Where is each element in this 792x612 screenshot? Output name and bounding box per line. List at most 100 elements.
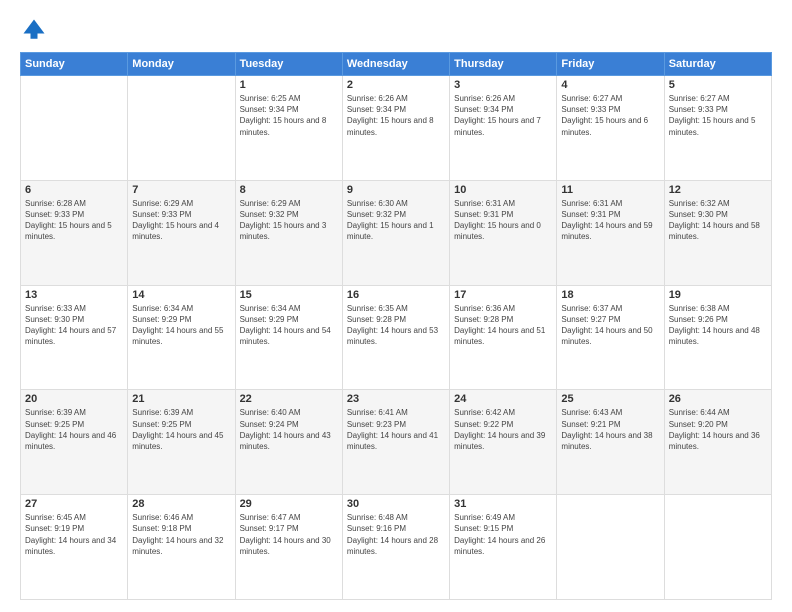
day-info: Sunrise: 6:32 AM Sunset: 9:30 PM Dayligh… xyxy=(669,198,767,243)
calendar-cell: 10Sunrise: 6:31 AM Sunset: 9:31 PM Dayli… xyxy=(450,180,557,285)
calendar-cell xyxy=(557,495,664,600)
day-number: 9 xyxy=(347,184,445,196)
day-info: Sunrise: 6:31 AM Sunset: 9:31 PM Dayligh… xyxy=(454,198,552,243)
calendar-cell: 13Sunrise: 6:33 AM Sunset: 9:30 PM Dayli… xyxy=(21,285,128,390)
calendar-cell: 8 Sunrise: 6:29 AM Sunset: 9:32 PM Daylig… xyxy=(235,180,342,285)
day-info: Sunrise: 6:45 AM Sunset: 9:19 PM Dayligh… xyxy=(25,512,123,557)
day-number: 13 xyxy=(25,289,123,301)
day-number: 24 xyxy=(454,393,552,405)
calendar-cell: 1 Sunrise: 6:25 AM Sunset: 9:34 PM Daylig… xyxy=(235,76,342,181)
calendar-cell: 4 Sunrise: 6:27 AM Sunset: 9:33 PM Daylig… xyxy=(557,76,664,181)
day-number: 23 xyxy=(347,393,445,405)
calendar-cell: 5Sunrise: 6:27 AM Sunset: 9:33 PM Daylig… xyxy=(664,76,771,181)
calendar-cell: 19Sunrise: 6:38 AM Sunset: 9:26 PM Dayli… xyxy=(664,285,771,390)
calendar-week-row: 13Sunrise: 6:33 AM Sunset: 9:30 PM Dayli… xyxy=(21,285,772,390)
day-number: 25 xyxy=(561,393,659,405)
calendar-cell: 3 Sunrise: 6:26 AM Sunset: 9:34 PM Daylig… xyxy=(450,76,557,181)
day-number: 1 xyxy=(240,79,338,91)
day-info: Sunrise: 6:30 AM Sunset: 9:32 PM Dayligh… xyxy=(347,198,445,243)
day-info: Sunrise: 6:35 AM Sunset: 9:28 PM Dayligh… xyxy=(347,303,445,348)
day-number: 7 xyxy=(132,184,230,196)
calendar-cell: 9 Sunrise: 6:30 AM Sunset: 9:32 PM Daylig… xyxy=(342,180,449,285)
day-number: 28 xyxy=(132,498,230,510)
day-number: 2 xyxy=(347,79,445,91)
day-number: 3 xyxy=(454,79,552,91)
day-info: Sunrise: 6:25 AM Sunset: 9:34 PM Dayligh… xyxy=(240,93,338,138)
weekday-header-saturday: Saturday xyxy=(664,53,771,76)
day-number: 11 xyxy=(561,184,659,196)
day-number: 4 xyxy=(561,79,659,91)
calendar-cell: 28 Sunrise: 6:46 AM Sunset: 9:18 PM Dayli… xyxy=(128,495,235,600)
day-info: Sunrise: 6:36 AM Sunset: 9:28 PM Dayligh… xyxy=(454,303,552,348)
day-info: Sunrise: 6:43 AM Sunset: 9:21 PM Dayligh… xyxy=(561,407,659,452)
day-number: 5 xyxy=(669,79,767,91)
calendar-cell: 30 Sunrise: 6:48 AM Sunset: 9:16 PM Dayli… xyxy=(342,495,449,600)
day-number: 21 xyxy=(132,393,230,405)
weekday-header-sunday: Sunday xyxy=(21,53,128,76)
day-number: 27 xyxy=(25,498,123,510)
calendar-week-row: 1 Sunrise: 6:25 AM Sunset: 9:34 PM Daylig… xyxy=(21,76,772,181)
day-info: Sunrise: 6:40 AM Sunset: 9:24 PM Dayligh… xyxy=(240,407,338,452)
day-info: Sunrise: 6:29 AM Sunset: 9:32 PM Dayligh… xyxy=(240,198,338,243)
calendar-table: SundayMondayTuesdayWednesdayThursdayFrid… xyxy=(20,52,772,600)
day-info: Sunrise: 6:31 AM Sunset: 9:31 PM Dayligh… xyxy=(561,198,659,243)
calendar-cell: 17 Sunrise: 6:36 AM Sunset: 9:28 PM Dayli… xyxy=(450,285,557,390)
calendar-cell: 27 Sunrise: 6:45 AM Sunset: 9:19 PM Dayli… xyxy=(21,495,128,600)
day-info: Sunrise: 6:47 AM Sunset: 9:17 PM Dayligh… xyxy=(240,512,338,557)
day-number: 18 xyxy=(561,289,659,301)
calendar-week-row: 27 Sunrise: 6:45 AM Sunset: 9:19 PM Dayli… xyxy=(21,495,772,600)
day-info: Sunrise: 6:46 AM Sunset: 9:18 PM Dayligh… xyxy=(132,512,230,557)
calendar-cell: 21 Sunrise: 6:39 AM Sunset: 9:25 PM Dayli… xyxy=(128,390,235,495)
calendar-cell xyxy=(664,495,771,600)
calendar-cell: 12 Sunrise: 6:32 AM Sunset: 9:30 PM Dayli… xyxy=(664,180,771,285)
calendar-cell: 7Sunrise: 6:29 AM Sunset: 9:33 PM Daylig… xyxy=(128,180,235,285)
day-number: 20 xyxy=(25,393,123,405)
calendar-cell: 22 Sunrise: 6:40 AM Sunset: 9:24 PM Dayli… xyxy=(235,390,342,495)
day-number: 12 xyxy=(669,184,767,196)
day-number: 8 xyxy=(240,184,338,196)
calendar-cell: 29 Sunrise: 6:47 AM Sunset: 9:17 PM Dayli… xyxy=(235,495,342,600)
day-number: 16 xyxy=(347,289,445,301)
page: SundayMondayTuesdayWednesdayThursdayFrid… xyxy=(0,0,792,612)
day-info: Sunrise: 6:28 AM Sunset: 9:33 PM Dayligh… xyxy=(25,198,123,243)
weekday-header-thursday: Thursday xyxy=(450,53,557,76)
day-info: Sunrise: 6:44 AM Sunset: 9:20 PM Dayligh… xyxy=(669,407,767,452)
day-info: Sunrise: 6:34 AM Sunset: 9:29 PM Dayligh… xyxy=(132,303,230,348)
weekday-header-friday: Friday xyxy=(557,53,664,76)
day-info: Sunrise: 6:26 AM Sunset: 9:34 PM Dayligh… xyxy=(454,93,552,138)
calendar-cell: 31 Sunrise: 6:49 AM Sunset: 9:15 PM Dayli… xyxy=(450,495,557,600)
calendar-cell: 25 Sunrise: 6:43 AM Sunset: 9:21 PM Dayli… xyxy=(557,390,664,495)
calendar-cell: 24 Sunrise: 6:42 AM Sunset: 9:22 PM Dayli… xyxy=(450,390,557,495)
day-info: Sunrise: 6:37 AM Sunset: 9:27 PM Dayligh… xyxy=(561,303,659,348)
calendar-cell: 16 Sunrise: 6:35 AM Sunset: 9:28 PM Dayli… xyxy=(342,285,449,390)
calendar-cell: 20 Sunrise: 6:39 AM Sunset: 9:25 PM Dayli… xyxy=(21,390,128,495)
calendar-cell xyxy=(21,76,128,181)
calendar-cell: 2Sunrise: 6:26 AM Sunset: 9:34 PM Daylig… xyxy=(342,76,449,181)
day-info: Sunrise: 6:48 AM Sunset: 9:16 PM Dayligh… xyxy=(347,512,445,557)
calendar-cell: 26Sunrise: 6:44 AM Sunset: 9:20 PM Dayli… xyxy=(664,390,771,495)
day-number: 19 xyxy=(669,289,767,301)
logo-icon xyxy=(20,16,48,44)
calendar-week-row: 20 Sunrise: 6:39 AM Sunset: 9:25 PM Dayli… xyxy=(21,390,772,495)
day-number: 22 xyxy=(240,393,338,405)
calendar-week-row: 6 Sunrise: 6:28 AM Sunset: 9:33 PM Daylig… xyxy=(21,180,772,285)
day-info: Sunrise: 6:39 AM Sunset: 9:25 PM Dayligh… xyxy=(132,407,230,452)
day-info: Sunrise: 6:49 AM Sunset: 9:15 PM Dayligh… xyxy=(454,512,552,557)
day-number: 30 xyxy=(347,498,445,510)
day-number: 31 xyxy=(454,498,552,510)
day-number: 6 xyxy=(25,184,123,196)
calendar-cell: 11 Sunrise: 6:31 AM Sunset: 9:31 PM Dayli… xyxy=(557,180,664,285)
logo xyxy=(20,16,52,44)
day-number: 17 xyxy=(454,289,552,301)
day-number: 14 xyxy=(132,289,230,301)
day-info: Sunrise: 6:27 AM Sunset: 9:33 PM Dayligh… xyxy=(561,93,659,138)
day-number: 29 xyxy=(240,498,338,510)
calendar-cell: 14 Sunrise: 6:34 AM Sunset: 9:29 PM Dayli… xyxy=(128,285,235,390)
day-info: Sunrise: 6:42 AM Sunset: 9:22 PM Dayligh… xyxy=(454,407,552,452)
calendar-cell: 6 Sunrise: 6:28 AM Sunset: 9:33 PM Daylig… xyxy=(21,180,128,285)
weekday-header-wednesday: Wednesday xyxy=(342,53,449,76)
calendar-cell xyxy=(128,76,235,181)
calendar-header-row: SundayMondayTuesdayWednesdayThursdayFrid… xyxy=(21,53,772,76)
header xyxy=(20,16,772,44)
day-info: Sunrise: 6:39 AM Sunset: 9:25 PM Dayligh… xyxy=(25,407,123,452)
